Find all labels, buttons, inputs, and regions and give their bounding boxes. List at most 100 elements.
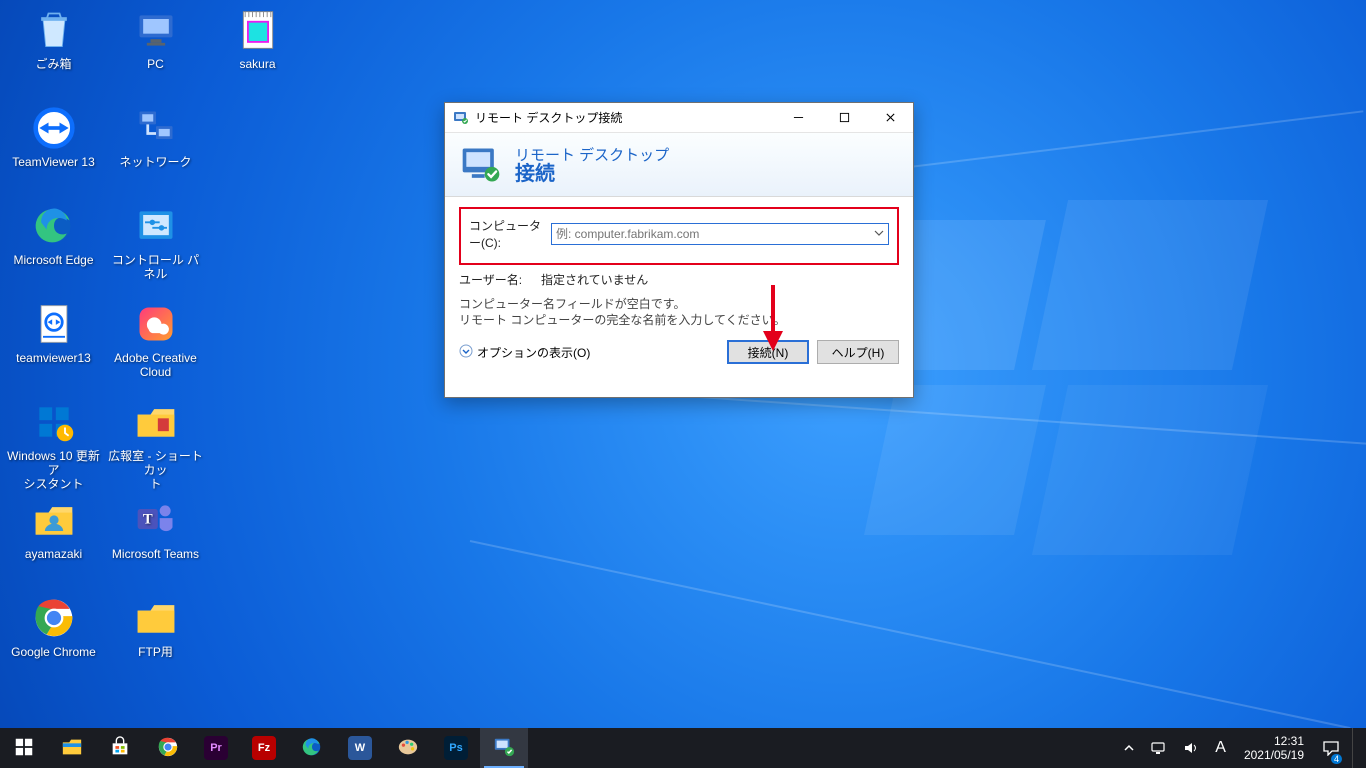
desktop-icon-recycle-bin[interactable]: ごみ箱 bbox=[6, 6, 101, 71]
dialog-titlebar[interactable]: リモート デスクトップ接続 bbox=[445, 103, 913, 133]
computer-combobox[interactable] bbox=[551, 223, 889, 245]
username-value: 指定されていません bbox=[541, 271, 648, 288]
desktop-icon-label: ネットワーク bbox=[108, 155, 203, 169]
network-icon bbox=[132, 104, 180, 152]
file-explorer-icon bbox=[61, 736, 83, 761]
svg-text:T: T bbox=[142, 512, 152, 528]
desktop-icon-pc[interactable]: PC bbox=[108, 6, 203, 71]
volume-icon[interactable] bbox=[1179, 728, 1203, 768]
desktop-icon-label: Windows 10 更新ア シスタント bbox=[6, 449, 101, 491]
taskbar-edge-button[interactable] bbox=[288, 728, 336, 768]
desktop-icon-label: 広報室 - ショートカッ ト bbox=[108, 449, 203, 491]
show-options-toggle[interactable]: オプションの表示(O) bbox=[459, 344, 590, 361]
teamviewer13file-icon bbox=[30, 300, 78, 348]
hint-line-2: リモート コンピューターの完全な名前を入力してください。 bbox=[459, 312, 899, 328]
photoshop-icon: Ps bbox=[444, 736, 468, 760]
annotation-highlight-box: コンピューター(C): bbox=[459, 207, 899, 265]
desktop-icon-ayamazaki[interactable]: ayamazaki bbox=[6, 496, 101, 561]
kouhoushitsu-icon bbox=[132, 398, 180, 446]
dialog-banner: リモート デスクトップ 接続 bbox=[445, 133, 913, 197]
desktop-icon-teamviewer13app[interactable]: TeamViewer 13 bbox=[6, 104, 101, 169]
microsoft-store-icon bbox=[109, 736, 131, 761]
connect-button[interactable]: 接続(N) bbox=[727, 340, 809, 364]
username-label: ユーザー名: bbox=[459, 271, 541, 288]
desktop-icon-adobe-cc[interactable]: Adobe Creative Cloud bbox=[108, 300, 203, 379]
remote-desktop-icon bbox=[493, 736, 515, 761]
chrome-icon bbox=[157, 736, 179, 761]
edge-icon bbox=[30, 202, 78, 250]
desktop-icon-label: Google Chrome bbox=[6, 645, 101, 659]
taskbar-photoshop-button[interactable]: Ps bbox=[432, 728, 480, 768]
desktop-icon-label: Adobe Creative Cloud bbox=[108, 351, 203, 379]
computer-input[interactable] bbox=[556, 225, 874, 243]
sakura-icon bbox=[234, 6, 282, 54]
help-button[interactable]: ヘルプ(H) bbox=[817, 340, 899, 364]
computer-label: コンピューター(C): bbox=[469, 217, 551, 251]
ms-teams-icon: T bbox=[132, 496, 180, 544]
taskbar-paint-button[interactable] bbox=[384, 728, 432, 768]
desktop-icon-ms-teams[interactable]: T Microsoft Teams bbox=[108, 496, 203, 561]
desktop-icon-control-panel[interactable]: コントロール パネル bbox=[108, 202, 203, 281]
remote-desktop-large-icon bbox=[459, 143, 503, 187]
desktop-icon-kouhoushitsu[interactable]: 広報室 - ショートカッ ト bbox=[108, 398, 203, 491]
desktop-icon-label: FTP用 bbox=[108, 645, 203, 659]
ime-indicator[interactable]: A bbox=[1211, 728, 1230, 768]
tray-overflow-button[interactable] bbox=[1119, 728, 1139, 768]
control-panel-icon bbox=[132, 202, 180, 250]
desktop-icon-label: PC bbox=[108, 57, 203, 71]
edge-icon bbox=[301, 736, 323, 761]
banner-subtitle: リモート デスクトップ bbox=[515, 147, 669, 165]
pc-icon bbox=[132, 6, 180, 54]
desktop-icon-win-update-asst[interactable]: Windows 10 更新ア シスタント bbox=[6, 398, 101, 491]
taskbar: Pr Fz W Ps A 12:31 2021/05/19 4 bbox=[0, 728, 1366, 768]
ftp-folder-icon bbox=[132, 594, 180, 642]
close-button[interactable] bbox=[867, 103, 913, 133]
desktop-icon-label: TeamViewer 13 bbox=[6, 155, 101, 169]
desktop-icon-label: ごみ箱 bbox=[6, 57, 101, 71]
desktop-icon-teamviewer13file[interactable]: teamviewer13 bbox=[6, 300, 101, 365]
paint-icon bbox=[397, 736, 419, 761]
show-options-label: オプションの表示(O) bbox=[477, 344, 590, 361]
premiere-pro-icon: Pr bbox=[204, 736, 228, 760]
desktop-icon-network[interactable]: ネットワーク bbox=[108, 104, 203, 169]
maximize-button[interactable] bbox=[821, 103, 867, 133]
notification-badge: 4 bbox=[1331, 754, 1342, 764]
taskbar-clock[interactable]: 12:31 2021/05/19 bbox=[1238, 734, 1310, 762]
taskbar-start-button-button[interactable] bbox=[0, 728, 48, 768]
minimize-button[interactable] bbox=[775, 103, 821, 133]
taskbar-file-explorer-button[interactable] bbox=[48, 728, 96, 768]
word-icon: W bbox=[348, 736, 372, 760]
taskbar-filezilla-button[interactable]: Fz bbox=[240, 728, 288, 768]
win-update-asst-icon bbox=[30, 398, 78, 446]
chevron-down-icon[interactable] bbox=[874, 227, 884, 241]
start-button-icon bbox=[13, 736, 35, 761]
ayamazaki-icon bbox=[30, 496, 78, 544]
taskbar-chrome-button[interactable] bbox=[144, 728, 192, 768]
desktop-icon-sakura[interactable]: sakura bbox=[210, 6, 305, 71]
remote-desktop-icon bbox=[453, 110, 469, 126]
network-icon[interactable] bbox=[1147, 728, 1171, 768]
chevron-down-circle-icon bbox=[459, 344, 473, 361]
desktop-icon-chrome[interactable]: Google Chrome bbox=[6, 594, 101, 659]
taskbar-microsoft-store-button[interactable] bbox=[96, 728, 144, 768]
show-desktop-button[interactable] bbox=[1352, 728, 1358, 768]
adobe-cc-icon bbox=[132, 300, 180, 348]
desktop-icon-label: コントロール パネル bbox=[108, 253, 203, 281]
taskbar-word-button[interactable]: W bbox=[336, 728, 384, 768]
desktop-icon-label: Microsoft Teams bbox=[108, 547, 203, 561]
recycle-bin-icon bbox=[30, 6, 78, 54]
system-tray: A 12:31 2021/05/19 4 bbox=[1111, 728, 1366, 768]
desktop-icon-ftp-folder[interactable]: FTP用 bbox=[108, 594, 203, 659]
filezilla-icon: Fz bbox=[252, 736, 276, 760]
desktop-icon-edge[interactable]: Microsoft Edge bbox=[6, 202, 101, 267]
desktop-icon-label: teamviewer13 bbox=[6, 351, 101, 365]
desktop-icon-label: Microsoft Edge bbox=[6, 253, 101, 267]
action-center-button[interactable]: 4 bbox=[1318, 728, 1344, 768]
desktop[interactable]: ごみ箱 PC sakura TeamViewer 13 ネットワーク Microsoft … bbox=[0, 0, 1366, 768]
remote-desktop-dialog: リモート デスクトップ接続 リモート デスクトップ 接続 コンピューター(C): bbox=[444, 102, 914, 398]
taskbar-premiere-pro-button[interactable]: Pr bbox=[192, 728, 240, 768]
chrome-icon bbox=[30, 594, 78, 642]
desktop-icon-label: ayamazaki bbox=[6, 547, 101, 561]
hint-line-1: コンピューター名フィールドが空白です。 bbox=[459, 296, 899, 312]
taskbar-remote-desktop-button[interactable] bbox=[480, 728, 528, 768]
